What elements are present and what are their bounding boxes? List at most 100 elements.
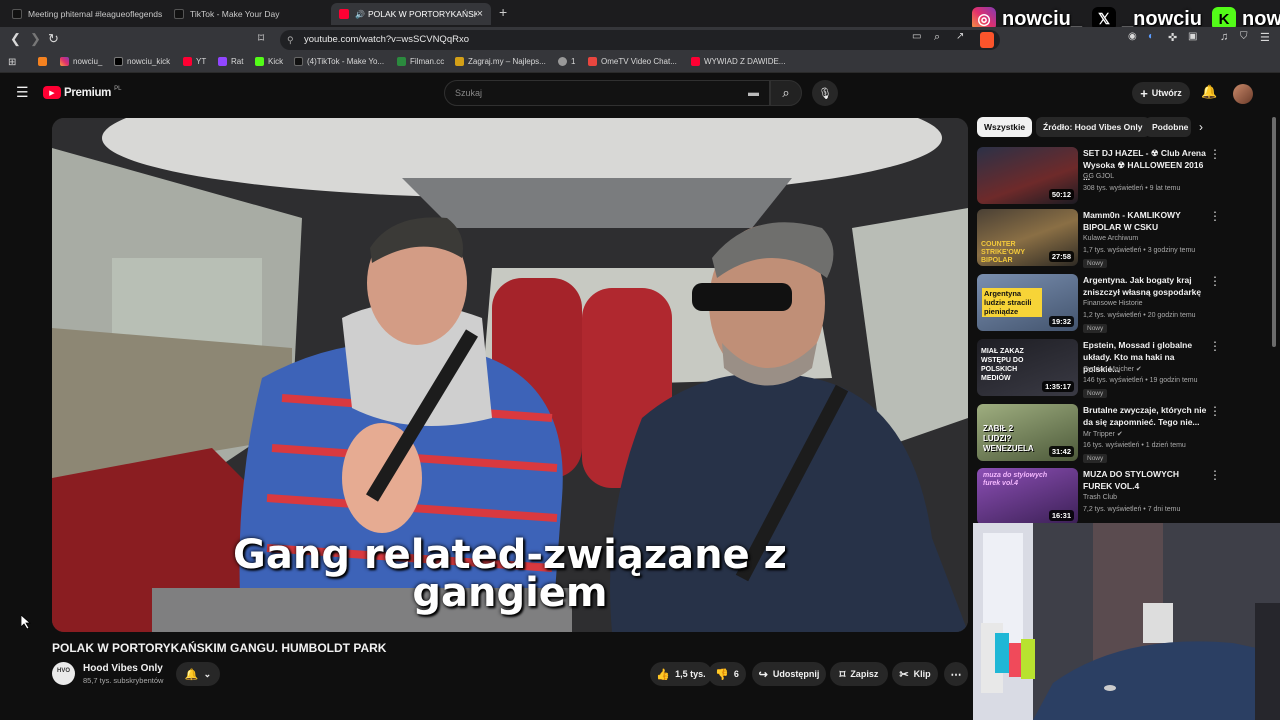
video-thumbnail[interactable]: 50:12 <box>977 147 1078 204</box>
recommendation-item[interactable]: 50:12 SET DJ HAZEL - ☢ Club Arena Wysoka… <box>977 147 1272 207</box>
more-options-icon[interactable]: ⋮ <box>1209 274 1221 288</box>
more-options-icon[interactable]: ⋮ <box>1209 468 1221 482</box>
keyboard-icon[interactable]: ▬ <box>748 81 759 105</box>
thumbnail-text: Argentyna ludzie stracili pieniądze <box>982 288 1042 317</box>
search-input[interactable]: Szukaj ▬ <box>444 80 770 106</box>
share-icon[interactable]: ↗ <box>956 31 964 42</box>
tab-title: TikTok - Make Your Day <box>190 9 280 19</box>
bookmark-icon[interactable]: ⌑ <box>258 31 264 45</box>
wallet-icon[interactable]: ◐ <box>1148 31 1154 42</box>
video-thumbnail[interactable]: muza do stylowych furek vol.4 16:31 <box>977 468 1078 525</box>
webcam-feed <box>973 523 1280 720</box>
filman-icon <box>397 57 406 66</box>
more-actions-button[interactable]: ⋯ <box>944 662 968 686</box>
channel-name[interactable]: Hood Vibes Only <box>83 663 163 674</box>
sidebar-icon[interactable]: ▣ <box>1188 31 1197 42</box>
share-button[interactable]: ↪ Udostępnij <box>752 662 826 686</box>
share-icon: ↪ <box>758 668 768 681</box>
rss-icon <box>38 57 47 66</box>
avatar[interactable] <box>1233 84 1253 104</box>
channel-avatar[interactable]: HVO <box>52 662 75 685</box>
video-thumbnail[interactable]: ZABIŁ 2 LUDZI? WENEZUELA 31:42 <box>977 404 1078 461</box>
tiktok-icon <box>294 57 303 66</box>
recommendation-item[interactable]: ZABIŁ 2 LUDZI? WENEZUELA 31:42 Brutalne … <box>977 404 1272 464</box>
chevron-right-icon[interactable]: › <box>1199 120 1203 134</box>
bookmark-item[interactable]: nowciu_ <box>60 57 102 66</box>
recommendation-item[interactable]: Argentyna ludzie stracili pieniądze 19:3… <box>977 274 1272 334</box>
browser-tab[interactable]: TikTok - Make Your Day <box>166 3 326 25</box>
hamburger-menu-icon[interactable]: ☰ <box>16 84 29 101</box>
browser-tab-active[interactable]: 🔊 POLAK W PORTORYKAŃSKIM GANGU. HUMBOLDT… <box>331 3 491 25</box>
bell-icon[interactable]: 🔔 <box>1201 84 1217 100</box>
close-tab-icon[interactable]: × <box>477 8 483 20</box>
search-button[interactable]: ⌕ <box>770 80 802 106</box>
back-icon[interactable]: ❮ <box>10 31 21 47</box>
bookmark-item[interactable]: OmeTV Video Chat... <box>588 57 677 66</box>
bookmark-item[interactable]: Filman.cc <box>397 57 444 66</box>
recommendation-item[interactable]: muza do stylowych furek vol.4 16:31 MUZA… <box>977 468 1272 528</box>
video-player[interactable]: Gang related-związane z gangiem <box>52 118 968 632</box>
voice-search-button[interactable]: 🎙 <box>812 80 838 106</box>
bookmark-item[interactable]: YT <box>183 57 206 66</box>
browser-tab[interactable]: Meeting phitemal #leagueoflegends <box>4 3 164 25</box>
youtube-icon <box>183 57 192 66</box>
dislike-button[interactable]: 👎 6 <box>708 662 746 686</box>
video-thumbnail[interactable]: MIAŁ ZAKAZ WSTĘPU DO POLSKICH MEDIÓW 1:3… <box>977 339 1078 396</box>
tiktok-icon <box>12 9 22 19</box>
more-options-icon[interactable]: ⋮ <box>1209 404 1221 418</box>
duration-badge: 19:32 <box>1048 316 1074 327</box>
bookmark-item[interactable]: (4)TikTok - Make Yo... <box>294 57 384 66</box>
chip-similar[interactable]: Podobne <box>1145 117 1191 137</box>
vpn-icon[interactable]: ⛉ <box>1240 31 1248 42</box>
clip-button[interactable]: ✂ Klip <box>892 662 938 686</box>
bookmark-item[interactable]: nowciu_kick <box>114 57 170 66</box>
youtube-logo[interactable]: ▶ Premium PL <box>43 86 121 99</box>
bookmark-label: Rat <box>231 57 244 66</box>
chip-source[interactable]: Źródło: Hood Vibes Only <box>1036 117 1150 137</box>
new-tab-button[interactable]: + <box>499 4 507 20</box>
new-badge: Nowy <box>1083 259 1108 268</box>
recommendation-item[interactable]: COUNTER STRIKE'OWY BIPOLAR 27:58 Mamm0n … <box>977 209 1272 269</box>
music-icon[interactable]: ♫ <box>1220 31 1228 43</box>
zoom-icon[interactable]: ⌕ <box>934 31 940 44</box>
create-button[interactable]: + Utwórz <box>1132 82 1190 104</box>
create-label: Utwórz <box>1151 88 1182 98</box>
video-title: POLAK W PORTORYKAŃSKIM GANGU. HUMBOLDT P… <box>52 641 387 655</box>
bookmark-item[interactable]: WYWIAD Z DAWIDE... <box>691 57 785 66</box>
bookmark-item[interactable]: Kick <box>255 57 283 66</box>
bookmark-item[interactable]: Rat <box>218 57 243 66</box>
bookmark-label: OmeTV Video Chat... <box>601 57 677 66</box>
puzzle-icon[interactable]: ✜ <box>1168 31 1177 44</box>
reload-icon[interactable]: ↻ <box>48 31 59 47</box>
brave-shield-icon[interactable] <box>980 32 994 48</box>
recommendation-channel-row: Mr Tripper ✔ <box>1083 430 1123 438</box>
bookmark-label: Zagraj.my – Najleps... <box>468 57 546 66</box>
new-badge: Nowy <box>1083 389 1108 398</box>
more-options-icon[interactable]: ⋮ <box>1209 209 1221 223</box>
subscription-bell-button[interactable]: 🔔 ⌄ <box>176 662 220 686</box>
apps-icon[interactable]: ⊞ <box>8 57 16 68</box>
cast-icon[interactable]: ▭ <box>912 31 921 42</box>
more-options-icon[interactable]: ⋮ <box>1209 339 1221 353</box>
recommendation-title: MUZA DO STYLOWYCH FUREK VOL.4 <box>1083 469 1180 491</box>
more-options-icon[interactable]: ⋮ <box>1209 147 1221 161</box>
clip-label: Klip <box>913 669 931 679</box>
bookmark-item[interactable] <box>38 57 51 66</box>
video-thumbnail[interactable]: COUNTER STRIKE'OWY BIPOLAR 27:58 <box>977 209 1078 266</box>
recommendation-item[interactable]: MIAŁ ZAKAZ WSTĘPU DO POLSKICH MEDIÓW 1:3… <box>977 339 1272 399</box>
chip-all[interactable]: Wszystkie <box>977 117 1033 137</box>
bookmark-item[interactable]: Zagraj.my – Najleps... <box>455 57 546 66</box>
video-caption: Gang related-związane z gangiem <box>52 535 968 613</box>
bookmark-item[interactable]: 1 <box>558 57 575 66</box>
video-thumbnail[interactable]: Argentyna ludzie stracili pieniądze 19:3… <box>977 274 1078 331</box>
address-bar[interactable]: ⚲ youtube.com/watch?v=wsSCVNQqRxo <box>280 30 1000 50</box>
forward-icon[interactable]: ❯ <box>30 31 41 47</box>
extension-icon[interactable]: ◉ <box>1128 31 1137 42</box>
like-button[interactable]: 👍 1,5 tys. <box>650 662 712 686</box>
thumbs-up-icon: 👍 <box>656 668 671 681</box>
tab-title: POLAK W PORTORYKAŃSKIM GANGU. HUMBOLDT P… <box>367 9 477 19</box>
save-button[interactable]: ⌑ Zapisz <box>830 662 888 686</box>
site-info-icon[interactable]: ⚲ <box>287 30 294 50</box>
menu-icon[interactable]: ☰ <box>1260 31 1270 44</box>
sidebar-scrollbar[interactable] <box>1272 117 1276 347</box>
